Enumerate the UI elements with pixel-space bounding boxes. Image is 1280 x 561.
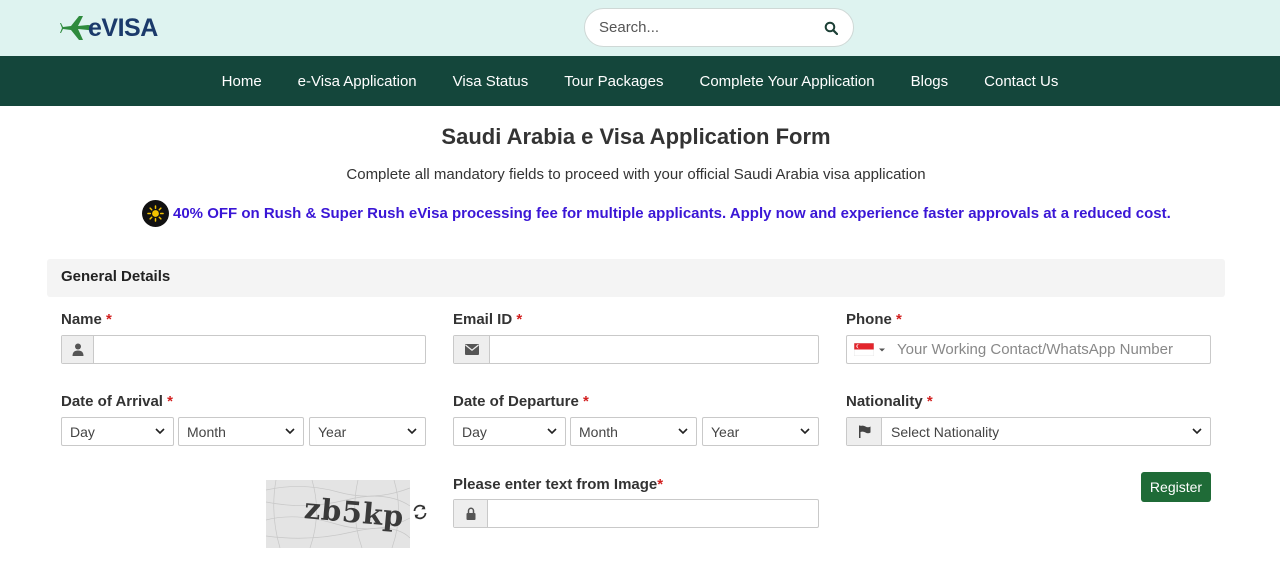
chevron-down-icon <box>800 427 810 437</box>
envelope-icon <box>454 336 490 363</box>
required-mark: * <box>106 311 112 328</box>
nav-tour-packages[interactable]: Tour Packages <box>564 73 663 90</box>
captcha-label: Please enter text from Image* <box>453 476 663 493</box>
required-mark: * <box>926 393 933 410</box>
arrival-year-select[interactable]: Year <box>309 417 426 446</box>
promo-banner: 40% OFF on Rush & Super Rush eVisa proce… <box>142 199 1171 227</box>
nav-evisa-application[interactable]: e-Visa Application <box>298 73 417 90</box>
phone-input[interactable] <box>889 336 1210 363</box>
phone-field <box>846 335 1211 364</box>
departure-month-select[interactable]: Month <box>570 417 697 446</box>
departure-label: Date of Departure * <box>453 393 589 410</box>
search-box <box>584 8 854 47</box>
name-field <box>61 335 426 364</box>
search-icon[interactable] <box>823 20 839 36</box>
departure-day-value: Day <box>462 423 487 440</box>
name-label: Name * <box>61 311 112 328</box>
logo-text: eVISA <box>88 13 158 42</box>
captcha-text: zb5kp <box>303 491 405 534</box>
country-flag-dropdown[interactable] <box>847 336 889 363</box>
nav-home[interactable]: Home <box>222 73 262 90</box>
arrival-day-value: Day <box>70 423 95 440</box>
chevron-down-icon <box>1192 427 1202 437</box>
lock-icon <box>454 500 488 527</box>
nav-visa-status[interactable]: Visa Status <box>453 73 529 90</box>
register-button[interactable]: Register <box>1141 472 1211 502</box>
arrival-month-select[interactable]: Month <box>178 417 304 446</box>
email-field <box>453 335 819 364</box>
name-input[interactable] <box>94 336 425 363</box>
flag-icon <box>847 418 882 445</box>
sun-icon <box>142 199 169 227</box>
refresh-captcha-icon[interactable] <box>411 503 429 521</box>
phone-label-text: Phone <box>846 311 892 328</box>
user-icon <box>62 336 94 363</box>
search-input[interactable] <box>599 19 823 36</box>
departure-month-value: Month <box>579 423 618 440</box>
email-input[interactable] <box>490 336 818 363</box>
required-mark: * <box>657 476 664 493</box>
nationality-value: Select Nationality <box>891 423 1000 440</box>
singapore-flag-icon <box>854 343 874 356</box>
top-bar: eVISA <box>0 0 1280 56</box>
email-label: Email ID * <box>453 311 522 328</box>
arrival-label-text: Date of Arrival <box>61 393 163 410</box>
departure-label-text: Date of Departure <box>453 393 579 410</box>
name-label-text: Name <box>61 311 102 328</box>
required-mark: * <box>516 311 523 328</box>
departure-day-select[interactable]: Day <box>453 417 566 446</box>
nav-contact-us[interactable]: Contact Us <box>984 73 1058 90</box>
arrival-day-select[interactable]: Day <box>61 417 174 446</box>
captcha-input[interactable] <box>488 500 818 527</box>
arrival-month-value: Month <box>187 423 226 440</box>
page-title: Saudi Arabia e Visa Application Form <box>441 124 831 149</box>
chevron-down-icon <box>678 427 688 437</box>
nationality-label: Nationality * <box>846 393 933 410</box>
captcha-field <box>453 499 819 528</box>
nationality-select[interactable]: Select Nationality <box>846 417 1211 446</box>
chevron-down-icon <box>155 427 165 437</box>
captcha-label-text: Please enter text from Image <box>453 476 658 493</box>
main-nav: Home e-Visa Application Visa Status Tour… <box>0 56 1280 106</box>
general-details-header: General Details <box>47 259 1225 297</box>
departure-year-value: Year <box>711 423 740 440</box>
nationality-label-text: Nationality <box>846 393 923 410</box>
required-mark: * <box>896 311 902 328</box>
caret-down-icon <box>879 348 885 351</box>
arrival-year-value: Year <box>318 423 347 440</box>
chevron-down-icon <box>407 427 417 437</box>
evisa-logo[interactable]: eVISA <box>60 12 158 44</box>
departure-year-select[interactable]: Year <box>702 417 819 446</box>
chevron-down-icon <box>285 427 295 437</box>
page-subtitle: Complete all mandatory fields to proceed… <box>346 166 926 183</box>
arrival-label: Date of Arrival * <box>61 393 173 410</box>
phone-label: Phone * <box>846 311 902 328</box>
chevron-down-icon <box>547 427 557 437</box>
nav-complete-application[interactable]: Complete Your Application <box>699 73 874 90</box>
required-mark: * <box>167 393 173 410</box>
nav-blogs[interactable]: Blogs <box>911 73 949 90</box>
captcha-image: zb5kp <box>266 480 410 548</box>
promo-text: 40% OFF on Rush & Super Rush eVisa proce… <box>173 204 1171 222</box>
email-label-text: Email ID <box>453 311 513 328</box>
required-mark: * <box>583 393 589 410</box>
